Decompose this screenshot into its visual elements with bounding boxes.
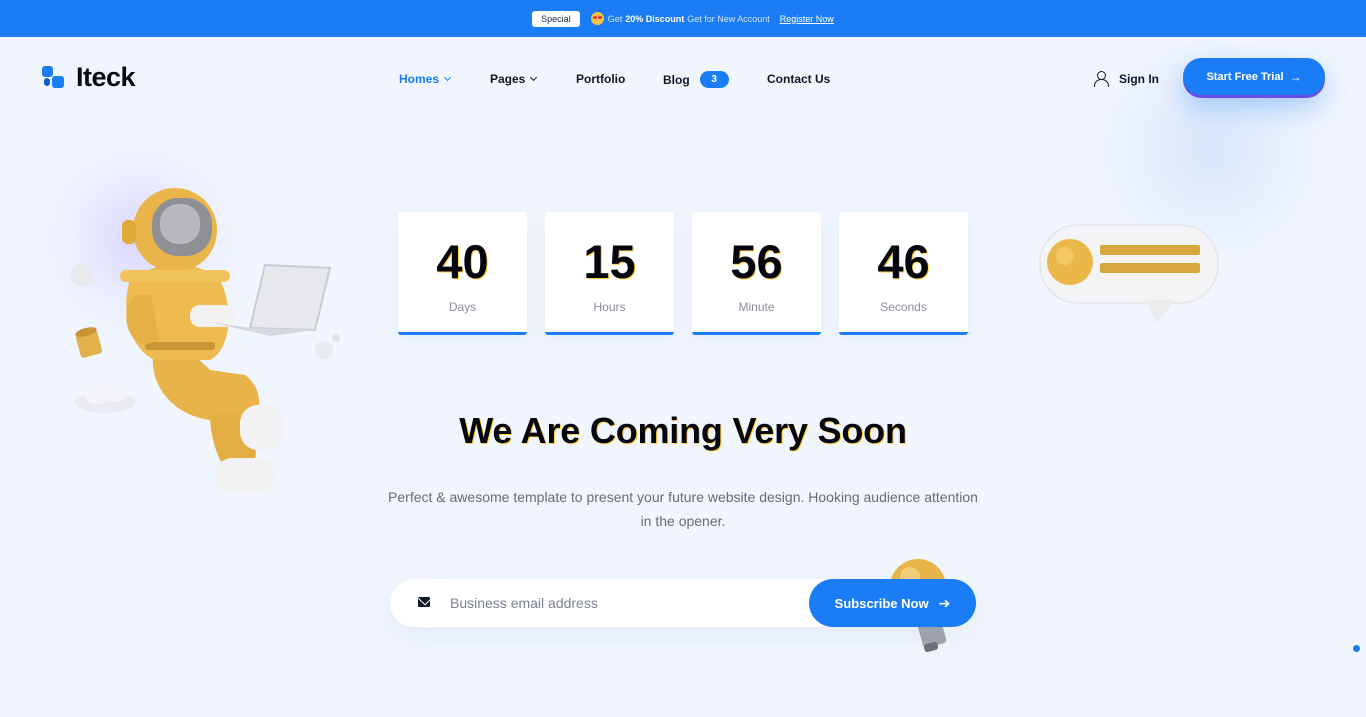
countdown-hours: 15 Hours [545,212,674,335]
sign-in-link[interactable]: Sign In [1094,71,1159,87]
countdown-seconds: 46 Seconds [839,212,968,335]
user-icon [1094,71,1109,87]
announcement-prefix: Get [607,13,623,24]
countdown-label: Minute [738,300,775,314]
cta-label: Start Free Trial [1206,70,1284,83]
nav-item-label: Homes [399,72,440,86]
subscribe-button[interactable]: Subscribe Now ➔ [809,579,976,627]
blog-count-badge: 3 [699,71,729,88]
register-now-link[interactable]: Register Now [780,14,834,24]
announcement-suffix: Get for New Account [687,13,770,24]
sign-in-label: Sign In [1119,71,1159,86]
nav-item-contact-us[interactable]: Contact Us [767,72,830,86]
countdown-label: Days [448,300,477,314]
nav-item-label: Portfolio [576,72,626,86]
subscribe-form: Subscribe Now ➔ [390,579,976,627]
main-navigation: Homes Pages Portfolio Blog 3 Contact Us [0,71,1366,88]
special-badge: Special [532,10,580,27]
nav-item-homes[interactable]: Homes [399,72,452,86]
countdown-value: 15 [583,235,636,288]
subscribe-label: Subscribe Now [834,595,929,611]
countdown-label: Seconds [880,300,927,314]
nav-item-blog[interactable]: Blog 3 [663,71,729,88]
scroll-indicator-dot[interactable] [1353,645,1360,652]
countdown-value: 46 [877,235,930,288]
countdown-days: 40 Days [398,212,527,335]
start-free-trial-button[interactable]: Start Free Trial → [1183,58,1325,95]
envelope-icon [418,597,430,607]
chevron-down-icon [443,73,452,82]
countdown-value: 40 [436,235,489,288]
star-eyes-emoji-icon [590,12,604,25]
nav-item-portfolio[interactable]: Portfolio [576,72,625,86]
announcement-bar: Special Get 20% Discount Get for New Acc… [0,0,1366,37]
nav-item-label: Contact Us [767,72,831,86]
announcement-discount: 20% Discount [625,13,685,24]
chevron-down-icon [530,73,538,82]
arrow-right-icon: → [1289,69,1302,84]
astronaut-illustration [70,188,340,493]
chat-bubble-illustration [1039,224,1219,323]
arrow-right-icon: ➔ [938,594,951,611]
nav-item-label: Pages [490,72,526,86]
email-field[interactable] [450,591,790,615]
countdown-label: Hours [593,300,626,314]
page-description: Perfect & awesome template to present yo… [388,489,978,529]
countdown-minutes: 56 Minute [692,212,821,335]
page-title: We Are Coming Very Soon [459,410,907,451]
nav-item-label: Blog [663,72,690,87]
countdown-value: 56 [730,235,783,288]
nav-item-pages[interactable]: Pages [490,72,538,86]
countdown-timer: 40 Days 15 Hours 56 Minute 46 Seconds [398,212,968,335]
